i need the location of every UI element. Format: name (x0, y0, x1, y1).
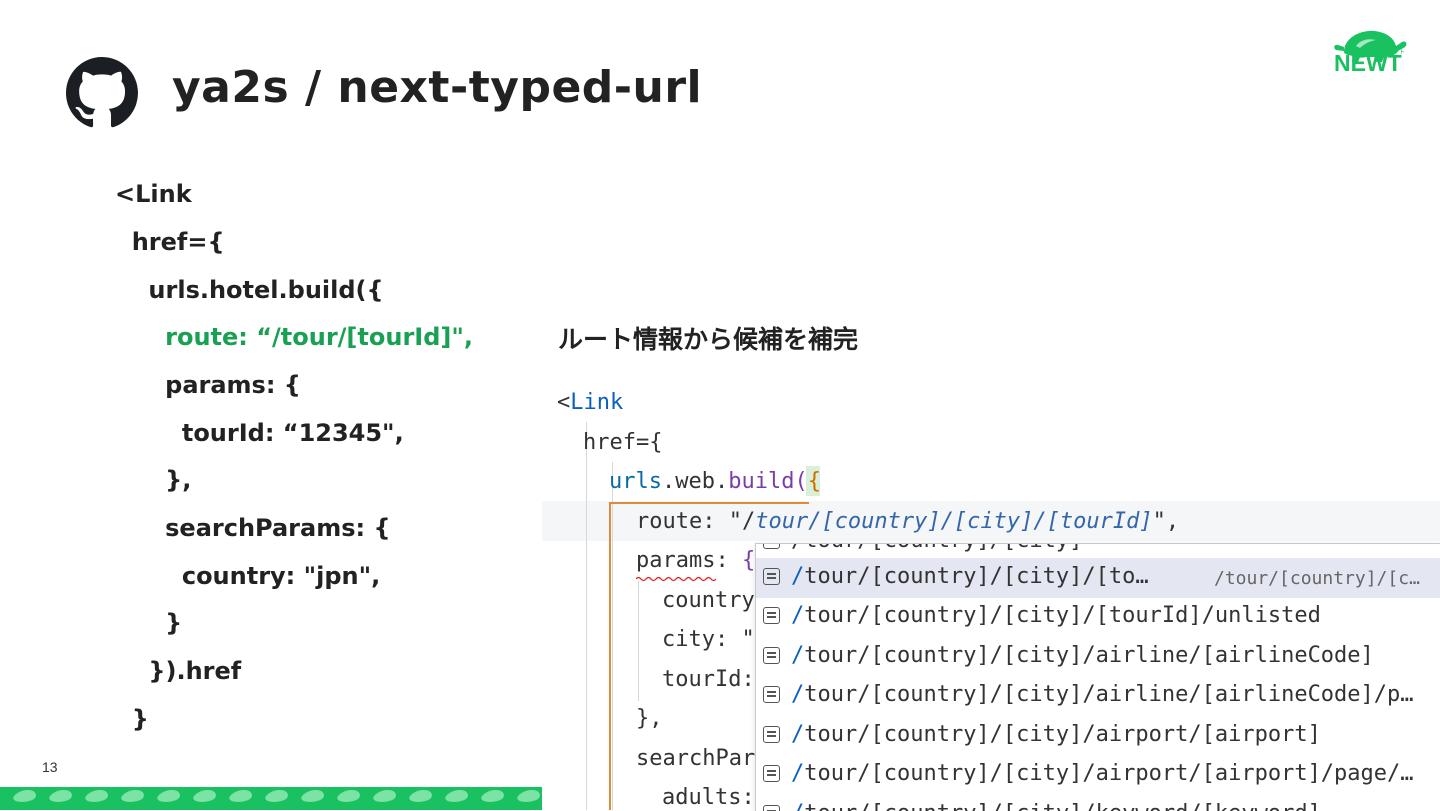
suggestion-detail: /tour/[country]/[c… (1214, 568, 1420, 589)
file-icon (763, 647, 780, 664)
code-line: tourId: “12345", (115, 419, 404, 447)
completion-hint-heading: ルート情報から候補を補完 (558, 325, 859, 354)
token-quote: ", (1152, 509, 1180, 534)
token-link: Link (570, 390, 624, 415)
file-icon (763, 607, 780, 624)
suggestion-label: /tour/[country]/[city] (791, 544, 1082, 553)
suggestion-text: tour/[country]/[city]/airline/[airlineCo… (804, 643, 1374, 668)
error-squiggle (636, 576, 716, 582)
suggestion-label: /tour/[country]/[city]/airline/[airlineC… (791, 643, 1374, 668)
token-route-preview: tour/[country]/[city]/[tourId] (755, 509, 1153, 534)
editor-line-5: params: { (636, 548, 755, 573)
code-line: } (115, 705, 149, 733)
token-params: params: (636, 548, 742, 573)
editor-line-9: }, (636, 706, 663, 731)
editor-line-6: country (662, 588, 755, 613)
suggestion-item[interactable]: /tour/[country]/[city]/[tourId]/unlisted (756, 597, 1440, 637)
suggestion-item[interactable]: /tour/[country]/[city]/keyword/[keyword] (756, 795, 1440, 811)
suggestion-item[interactable]: /tour/[country]/[city]/airline/[airlineC… (756, 676, 1440, 716)
page-title: ya2s / next-typed-url (172, 62, 703, 113)
suggestion-text: tour/[country]/[city]/airline/[airlineCo… (804, 682, 1414, 707)
newt-logo-kana: ニュート (1381, 49, 1406, 56)
suggestion-label: /tour/[country]/[city]/[to… (791, 564, 1149, 589)
file-icon (763, 805, 780, 811)
editor-line-7: city: " (662, 627, 755, 652)
code-line: country: "jpn", (115, 562, 381, 590)
token-angle: < (557, 390, 571, 415)
code-line-route: route: “/tour/[tourId]", (115, 323, 473, 351)
editor-line-10: searchPar (636, 746, 756, 771)
indent-guide (586, 422, 587, 810)
token-urls: urls (609, 469, 662, 494)
file-icon (763, 686, 780, 703)
file-icon (763, 544, 780, 549)
bracket-guide (609, 502, 611, 810)
suggestion-label: /tour/[country]/[city]/airline/[airlineC… (791, 682, 1414, 707)
token-build: build( (728, 469, 808, 494)
suggestion-text: tour/[country]/[city]/airport/[airport] (804, 722, 1321, 747)
code-line: }).href (115, 657, 242, 685)
editor-line-11: adults: (662, 785, 755, 810)
token-web: .web. (661, 469, 729, 494)
footer-stripe (0, 787, 542, 810)
editor-line-8: tourId: (662, 667, 755, 692)
github-icon (66, 57, 138, 128)
indent-guide (612, 462, 613, 810)
code-line: <Link (115, 180, 192, 208)
autocomplete-dropdown[interactable]: /tour/[country]/[city] /tour/[country]/[… (755, 543, 1440, 811)
indent-guide (638, 581, 639, 701)
token-brace: { (741, 548, 756, 573)
editor-line-4: route: "/tour/[country]/[city]/[tourId]"… (636, 509, 1179, 534)
suggestion-label: /tour/[country]/[city]/[tourId]/unlisted (791, 603, 1321, 628)
code-line: searchParams: { (115, 514, 391, 542)
token-brace: { (807, 469, 821, 494)
suggestion-text: tour/[country]/[city]/airport/[airport]/… (804, 761, 1414, 786)
bracket-guide-top (609, 502, 809, 504)
suggestion-item-selected[interactable]: /tour/[country]/[city]/[to… /tour/[count… (756, 558, 1440, 598)
suggestion-label: /tour/[country]/[city]/airport/[airport] (791, 722, 1321, 747)
suggestion-item[interactable]: /tour/[country]/[city]/airport/[airport]… (756, 755, 1440, 795)
page-number: 13 (42, 759, 58, 775)
suggestion-text: tour/[country]/[city]/[tourId]/unlisted (804, 603, 1321, 628)
editor-line-3: urls.web.build({ (609, 469, 821, 494)
suggestion-text: tour/[country]/[city]/[to… (804, 564, 1149, 589)
code-line: params: { (115, 371, 301, 399)
editor-line-2: href={ (583, 430, 663, 455)
code-line: } (115, 609, 183, 637)
code-line: href={ (115, 228, 225, 256)
code-line: urls.hotel.build({ (115, 276, 384, 304)
suggestion-item[interactable]: /tour/[country]/[city]/airline/[airlineC… (756, 637, 1440, 677)
file-icon (763, 765, 780, 782)
suggestion-item[interactable]: /tour/[country]/[city]/airport/[airport] (756, 716, 1440, 756)
token-route: route: "/ (636, 509, 756, 534)
suggestion-label: /tour/[country]/[city]/airport/[airport]… (791, 761, 1414, 786)
file-icon (763, 726, 780, 743)
code-line: }, (115, 466, 192, 494)
editor-line-1: <Link (557, 390, 623, 415)
file-icon (763, 568, 780, 585)
